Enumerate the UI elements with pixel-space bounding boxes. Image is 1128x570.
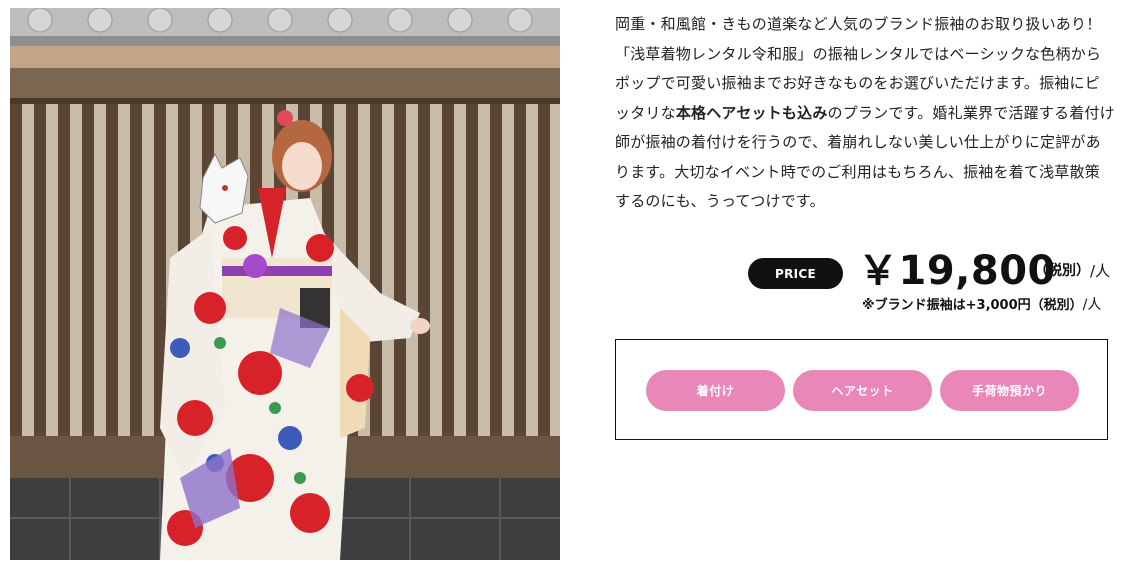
price-row: PRICE ￥19,800 （税別） /人 bbox=[748, 240, 1118, 294]
option-kitsuke-button[interactable]: 着付け bbox=[646, 370, 785, 411]
brand-surcharge-note: ※ブランド振袖は+3,000円（税別）/人 bbox=[862, 294, 1101, 314]
included-options-box: 着付け ヘアセット 手荷物預かり bbox=[615, 339, 1108, 440]
plan-description: 岡重・和風館・きもの道楽など人気のブランド振袖のお取り扱いあり！「浅草着物レンタ… bbox=[615, 10, 1115, 217]
price-tax-label: （税別） bbox=[1034, 263, 1090, 279]
kimono-photo-illustration bbox=[10, 8, 560, 560]
option-hairset-button[interactable]: ヘアセット bbox=[793, 370, 932, 411]
kimono-photo bbox=[10, 8, 560, 560]
price-unit: /人 bbox=[1090, 262, 1111, 280]
option-luggage-button[interactable]: 手荷物預かり bbox=[940, 370, 1079, 411]
price-amount: ￥19,800 bbox=[858, 248, 1056, 294]
description-emphasis: 本格ヘアセットも込み bbox=[675, 103, 828, 122]
brand-surcharge-text: ※ブランド振袖は+3,000円（税別） bbox=[862, 298, 1083, 313]
brand-surcharge-unit: /人 bbox=[1082, 297, 1102, 313]
price-badge: PRICE bbox=[748, 258, 843, 289]
